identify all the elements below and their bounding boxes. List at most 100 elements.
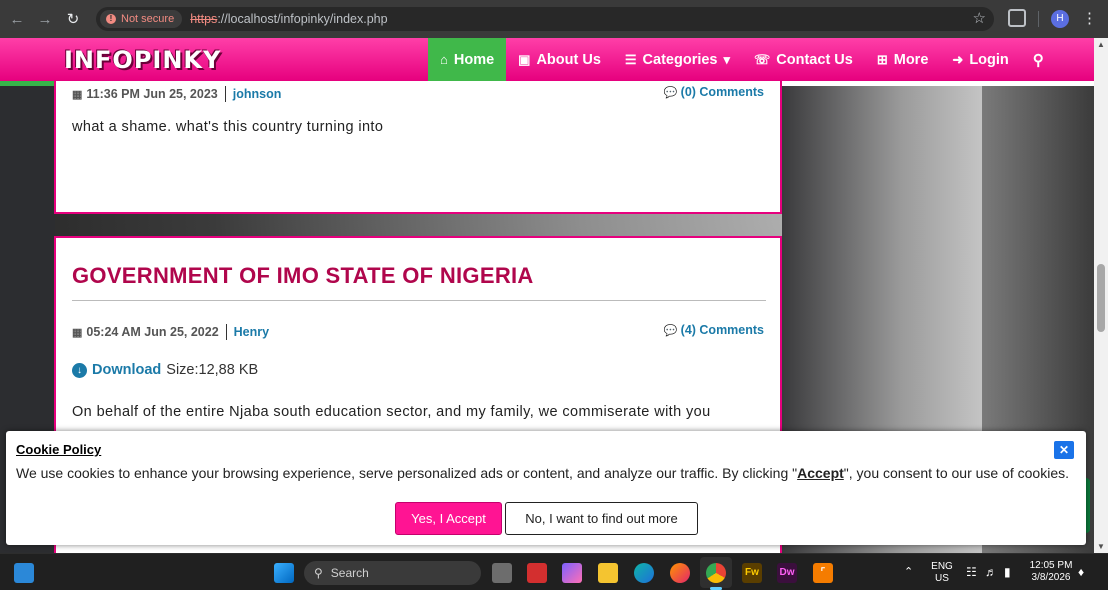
cookie-text-after: ", you consent to our use of cookies.	[843, 465, 1070, 481]
comments-link[interactable]: 💬 (4) Comments	[663, 323, 764, 337]
file-explorer-icon[interactable]	[598, 563, 618, 583]
menu-about-us[interactable]: ▣ About Us	[506, 38, 613, 81]
comment-icon: 💬	[663, 87, 678, 99]
menu-contact-us[interactable]: ☏ Contact Us	[742, 38, 865, 81]
plus-icon: ⊞	[876, 51, 888, 67]
fireworks-icon[interactable]: Fw	[742, 563, 762, 583]
security-indicator[interactable]: ! Not secure	[100, 10, 183, 28]
meta-divider	[225, 324, 227, 340]
id-card-icon: ▣	[518, 51, 531, 67]
xampp-icon[interactable]: ⌜	[813, 563, 833, 583]
download-link[interactable]: Download	[92, 362, 161, 378]
scroll-down-icon[interactable]: ▼	[1097, 542, 1105, 551]
calendar-icon: ▦	[72, 88, 83, 101]
url-text[interactable]: https://localhost/infopinky/index.php	[190, 12, 387, 26]
download-icon[interactable]: ↓	[72, 362, 87, 378]
url-scheme: https	[190, 12, 218, 26]
search-icon: ⚲	[1032, 51, 1044, 69]
cookie-text-before: We use cookies to enhance your browsing …	[16, 465, 798, 481]
extensions-icon[interactable]	[1008, 9, 1026, 27]
clock-date: 3/8/2026	[1031, 572, 1071, 583]
bookmark-star-icon[interactable]: ☆	[973, 9, 986, 27]
post-datetime: 11:36 PM Jun 25, 2023	[86, 87, 218, 101]
toolbar-divider	[1038, 11, 1039, 27]
site-logo[interactable]: INFOPINKY	[64, 46, 221, 74]
chrome-icon[interactable]	[706, 563, 726, 583]
menu-categories[interactable]: ☰ Categories ▾	[613, 38, 742, 81]
windows-taskbar: ⚲ Search Fw Dw ⌜ ⌃ ENG US ☷ ♬ ▮ 12:05 PM 3/…	[0, 553, 1108, 590]
cookie-message: We use cookies to enhance your browsing …	[16, 465, 1069, 481]
find-out-more-button[interactable]: No, I want to find out more	[505, 502, 698, 535]
post-meta: ▦ 05:24 AM Jun 25, 2022 Henry	[72, 324, 269, 340]
post-author-link[interactable]: johnson	[233, 87, 282, 101]
main-menu: ⌂ Home ▣ About Us ☰ Categories ▾ ☏ Contact Us…	[428, 38, 1056, 81]
cookie-close-button[interactable]: ✕	[1054, 441, 1074, 459]
meta-divider	[224, 86, 226, 102]
calendar-icon: ▦	[72, 326, 83, 339]
menu-label: About Us	[536, 51, 601, 68]
post-excerpt: what a shame. what's this country turnin…	[72, 119, 384, 135]
comments-link[interactable]: 💬 (0) Comments	[663, 85, 764, 99]
menu-login[interactable]: ➜ Login	[940, 38, 1020, 81]
edge-icon[interactable]	[634, 563, 654, 583]
firefox-icon[interactable]	[670, 563, 690, 583]
comments-count: (4) Comments	[680, 323, 764, 337]
network-icon[interactable]: ☷	[966, 566, 977, 578]
notification-bell-icon[interactable]: ♦	[1078, 566, 1084, 578]
menu-more[interactable]: ⊞ More	[865, 38, 941, 81]
page-scrollbar[interactable]: ▲ ▼	[1094, 38, 1108, 553]
menu-label: Home	[453, 51, 495, 68]
cookie-banner: Cookie Policy We use cookies to enhance …	[6, 431, 1086, 545]
cookie-accept-word: Accept	[797, 465, 844, 481]
search-icon: ⚲	[314, 566, 323, 580]
task-view-icon[interactable]	[492, 563, 512, 583]
clock-time: 12:05 PM	[1029, 560, 1073, 571]
home-icon: ⌂	[440, 52, 448, 67]
post-excerpt: On behalf of the entire Njaba south educ…	[72, 404, 711, 420]
scroll-up-icon[interactable]: ▲	[1097, 40, 1105, 49]
scrollbar-thumb[interactable]	[1097, 264, 1105, 332]
download-row: ↓ Download Size:12,88 KB	[72, 362, 258, 378]
back-icon[interactable]: ←	[6, 8, 28, 30]
phone-icon: ☏	[754, 51, 771, 67]
reload-icon[interactable]: ↻	[62, 8, 84, 30]
warning-icon: !	[106, 14, 116, 24]
search-button[interactable]: ⚲	[1021, 38, 1056, 81]
comments-count: (0) Comments	[680, 85, 764, 99]
menu-label: Categories	[642, 51, 718, 68]
accept-cookies-button[interactable]: Yes, I Accept	[395, 502, 502, 535]
forward-icon[interactable]: →	[34, 8, 56, 30]
language-code: ENG	[931, 561, 953, 572]
address-bar[interactable]: ! Not secure https://localhost/infopinky…	[96, 7, 994, 31]
security-label: Not secure	[121, 13, 175, 25]
browser-menu-icon[interactable]: ⋮	[1082, 9, 1097, 29]
site-navbar: INFOPINKY ⌂ Home ▣ About Us ☰ Categories ▾ ☏…	[0, 38, 1094, 81]
menu-home[interactable]: ⌂ Home	[428, 38, 507, 81]
post-title[interactable]: GOVERNMENT OF IMO STATE OF NIGERIA	[72, 263, 534, 289]
post-datetime: 05:24 AM Jun 25, 2022	[86, 325, 219, 339]
post-author-link[interactable]: Henry	[234, 325, 269, 339]
taskbar-search[interactable]: ⚲ Search	[304, 561, 481, 585]
volume-icon[interactable]: ♬	[985, 566, 997, 578]
clock[interactable]: 12:05 PM 3/8/2026	[1026, 560, 1076, 584]
start-icon[interactable]	[274, 563, 294, 583]
profile-avatar[interactable]: H	[1051, 10, 1069, 28]
acrobat-icon[interactable]	[527, 563, 547, 583]
dreamweaver-icon[interactable]: Dw	[777, 563, 797, 583]
menu-label: Contact Us	[776, 51, 853, 68]
menu-label: More	[893, 51, 929, 68]
comment-icon: 💬	[663, 325, 678, 337]
region-code: US	[935, 573, 949, 584]
taskbar-search-placeholder: Search	[330, 566, 369, 580]
battery-icon[interactable]: ▮	[1004, 566, 1011, 578]
url-path: ://localhost/infopinky/index.php	[217, 12, 388, 26]
language-indicator[interactable]: ENG US	[928, 561, 956, 585]
menu-label: Login	[969, 51, 1009, 68]
show-hidden-icons-icon[interactable]: ⌃	[904, 566, 913, 578]
widgets-icon[interactable]	[14, 563, 34, 583]
copilot-icon[interactable]	[562, 563, 582, 583]
title-divider	[72, 300, 766, 301]
login-icon: ➜	[952, 51, 964, 67]
post-card: ▦ 11:36 PM Jun 25, 2023 johnson 💬 (0) Co…	[54, 81, 782, 214]
cookie-title: Cookie Policy	[16, 442, 102, 457]
